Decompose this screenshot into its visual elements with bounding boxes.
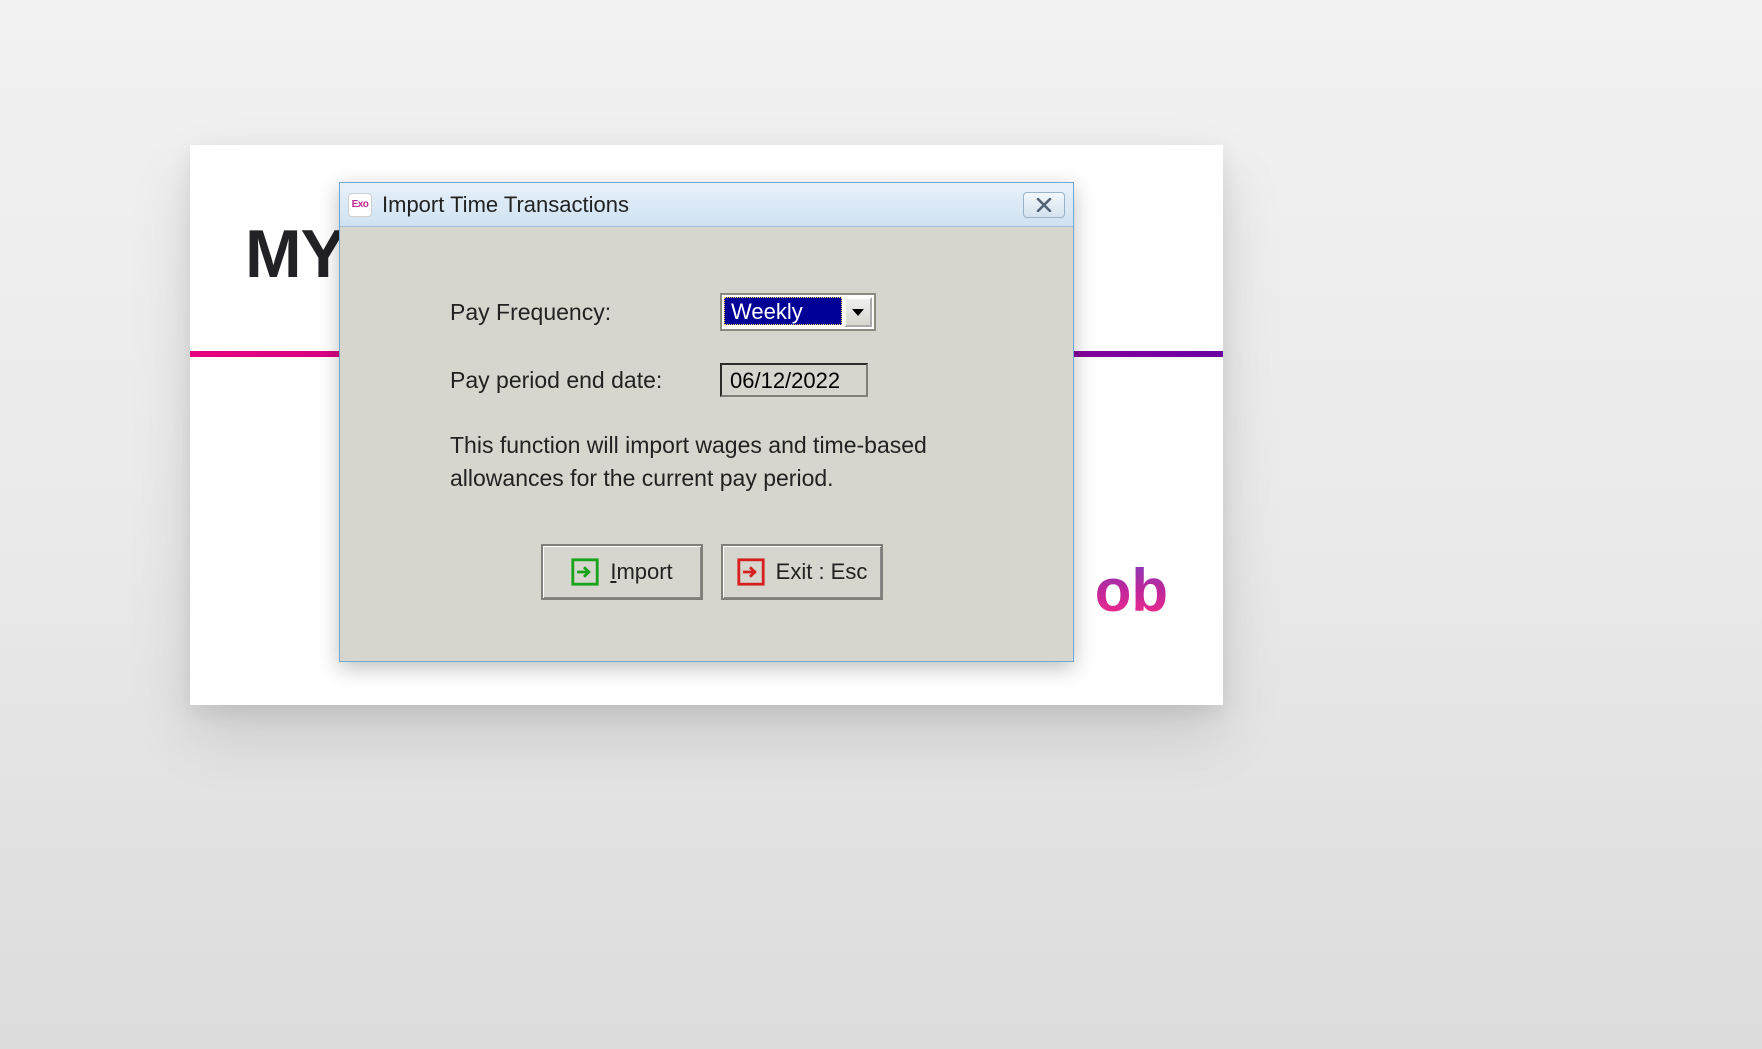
pay-period-row: Pay period end date: 06/12/2022 xyxy=(450,363,973,397)
exit-button-label: Exit : Esc xyxy=(776,559,868,585)
background-logo-fragment: ob xyxy=(1095,556,1168,625)
pay-frequency-value: Weekly xyxy=(724,297,842,325)
close-button[interactable] xyxy=(1023,192,1065,218)
import-icon xyxy=(570,557,600,587)
dialog-title: Import Time Transactions xyxy=(382,192,629,218)
dialog-button-row: Import Exit : Esc xyxy=(450,544,973,600)
import-time-transactions-dialog: Exo Import Time Transactions Pay Frequen… xyxy=(339,182,1074,662)
app-icon: Exo xyxy=(348,193,372,217)
dialog-description: This function will import wages and time… xyxy=(450,429,973,496)
pay-frequency-combo[interactable]: Weekly xyxy=(720,293,876,331)
import-button-label: Import xyxy=(610,559,672,585)
pay-period-label: Pay period end date: xyxy=(450,367,720,394)
dialog-body: Pay Frequency: Weekly Pay period end dat… xyxy=(340,227,1073,630)
pay-period-end-date-field[interactable]: 06/12/2022 xyxy=(720,363,868,397)
pay-frequency-row: Pay Frequency: Weekly xyxy=(450,293,973,331)
dialog-titlebar[interactable]: Exo Import Time Transactions xyxy=(340,183,1073,227)
exit-icon xyxy=(736,557,766,587)
pay-frequency-dropdown-button[interactable] xyxy=(844,297,872,327)
exit-button[interactable]: Exit : Esc xyxy=(721,544,883,600)
import-button[interactable]: Import xyxy=(541,544,703,600)
close-icon xyxy=(1036,198,1052,212)
background-title-fragment: MY xyxy=(245,215,345,293)
pay-frequency-label: Pay Frequency: xyxy=(450,299,720,326)
chevron-down-icon xyxy=(852,309,864,316)
